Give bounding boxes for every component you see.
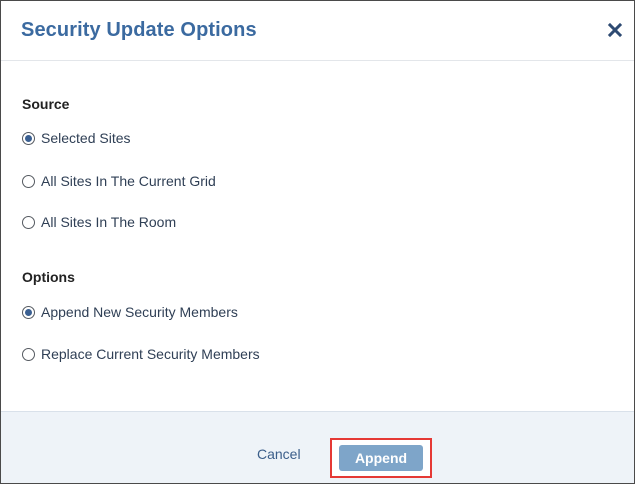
options-label: Options	[22, 269, 75, 285]
security-update-dialog: Security Update Options Source Selected …	[0, 0, 635, 484]
radio-selected-sites[interactable]: Selected Sites	[22, 129, 131, 147]
dialog-header: Security Update Options	[1, 1, 634, 61]
cancel-button[interactable]: Cancel	[257, 446, 301, 462]
radio-button[interactable]	[22, 174, 35, 188]
radio-button-checked[interactable]	[22, 131, 35, 145]
radio-button[interactable]	[22, 347, 35, 361]
radio-label: All Sites In The Room	[41, 214, 177, 230]
radio-label: Selected Sites	[41, 130, 131, 146]
source-label: Source	[22, 96, 70, 112]
radio-append-new-members[interactable]: Append New Security Members	[22, 303, 238, 321]
close-icon[interactable]	[607, 22, 623, 38]
radio-replace-current-members[interactable]: Replace Current Security Members	[22, 345, 260, 363]
radio-label: All Sites In The Current Grid	[41, 173, 216, 189]
radio-label: Append New Security Members	[41, 304, 238, 320]
radio-all-sites-in-room[interactable]: All Sites In The Room	[22, 213, 176, 231]
dialog-title: Security Update Options	[21, 19, 257, 41]
radio-all-sites-current-grid[interactable]: All Sites In The Current Grid	[22, 172, 216, 190]
append-button[interactable]: Append	[339, 445, 423, 471]
append-button-highlight: Append	[330, 438, 432, 478]
dialog-footer: Cancel Append	[1, 411, 634, 483]
radio-label: Replace Current Security Members	[41, 346, 260, 362]
radio-button-checked[interactable]	[22, 305, 35, 319]
radio-button[interactable]	[22, 215, 35, 229]
